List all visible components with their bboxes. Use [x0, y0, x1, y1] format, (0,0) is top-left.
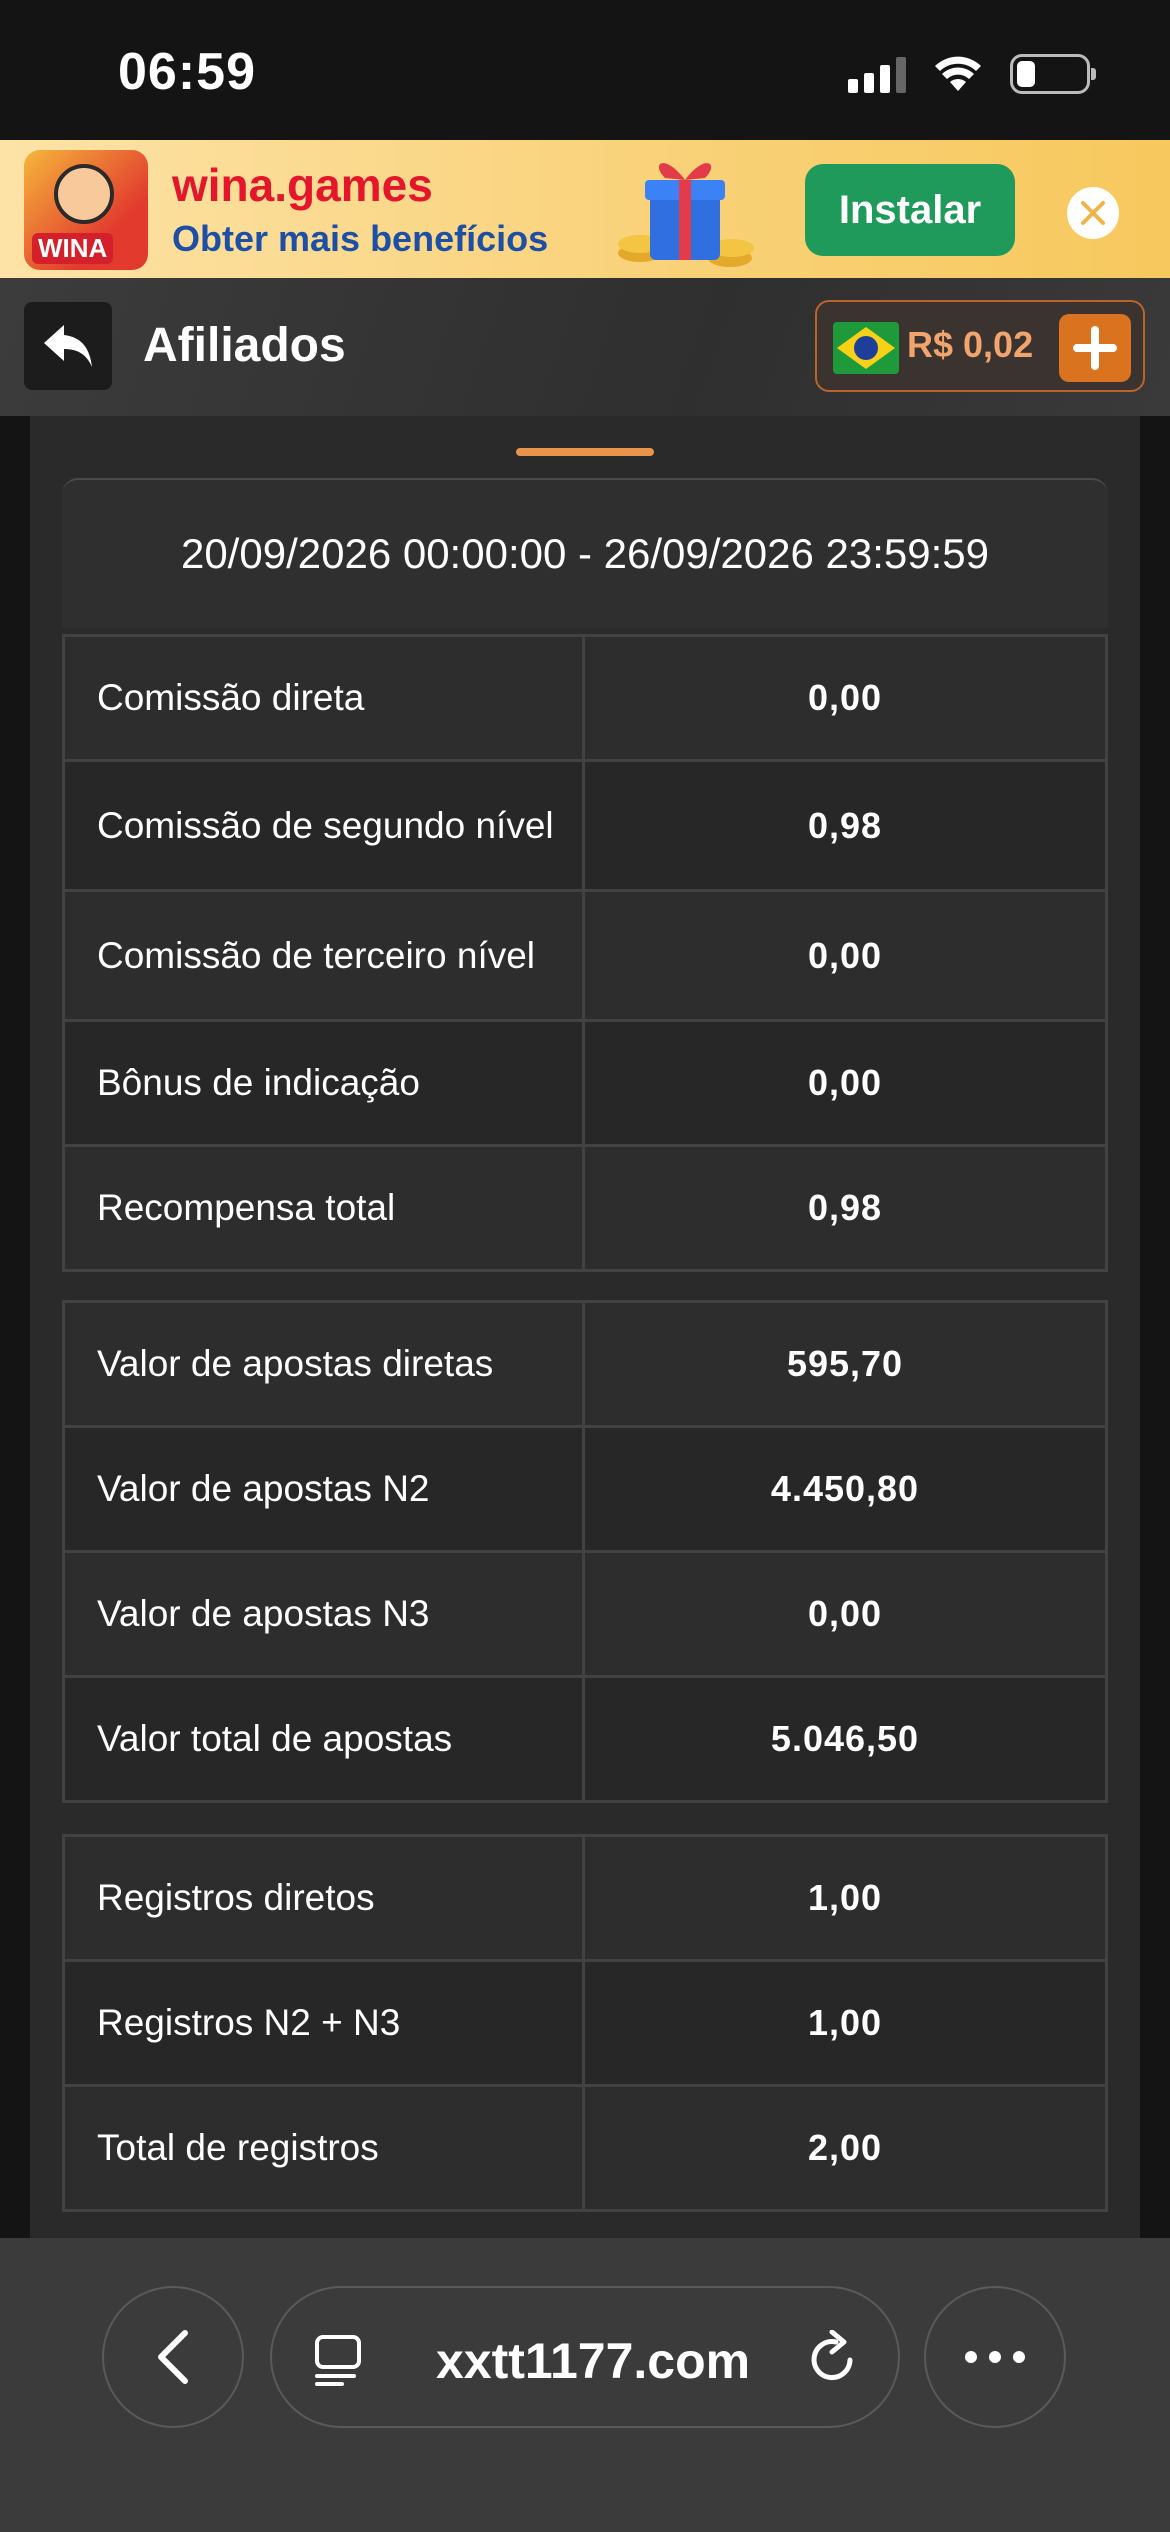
close-icon[interactable] [1066, 186, 1120, 240]
row-value: 0,00 [582, 634, 1108, 762]
row-label: Bônus de indicação [62, 1019, 585, 1147]
table-row: Recompensa total 0,98 [62, 1144, 1108, 1272]
row-label: Total de registros [62, 2084, 585, 2212]
dot [989, 2351, 1001, 2363]
date-range: 20/09/2026 00:00:00 - 26/09/2026 23:59:5… [62, 478, 1108, 628]
table-row: Valor total de apostas 5.046,50 [62, 1675, 1108, 1803]
more-options-button[interactable] [924, 2286, 1066, 2428]
browser-back-button[interactable] [102, 2286, 244, 2428]
row-value: 1,00 [582, 1959, 1108, 2087]
wifi-icon [935, 56, 981, 91]
table-row: Comissão direta 0,00 [62, 634, 1108, 762]
install-banner: WINA wina.games Obter mais benefícios In… [0, 140, 1170, 278]
row-label: Valor total de apostas [62, 1675, 585, 1803]
affiliate-stats: 20/09/2026 00:00:00 - 26/09/2026 23:59:5… [30, 416, 1140, 2238]
chevron-left-icon [158, 2330, 188, 2384]
row-label: Valor de apostas N2 [62, 1425, 585, 1553]
install-button[interactable]: Instalar [805, 164, 1015, 256]
banner-subtitle: Obter mais benefícios [172, 218, 549, 259]
bets-table: Valor de apostas diretas 595,70 Valor de … [62, 1300, 1108, 1803]
row-value: 0,00 [582, 1550, 1108, 1678]
table-row: Comissão de terceiro nível 0,00 [62, 889, 1108, 1022]
balance-widget[interactable]: R$ 0,02 [815, 300, 1145, 392]
reload-icon[interactable] [806, 2330, 860, 2386]
table-row: Valor de apostas diretas 595,70 [62, 1300, 1108, 1428]
row-label: Registros N2 + N3 [62, 1959, 585, 2087]
row-label: Valor de apostas N3 [62, 1550, 585, 1678]
table-row: Total de registros 2,00 [62, 2084, 1108, 2212]
battery-icon [1010, 54, 1096, 94]
table-row: Valor de apostas N3 0,00 [62, 1550, 1108, 1678]
registrations-table: Registros diretos 1,00 Registros N2 + N3 1… [62, 1834, 1108, 2212]
dot [1013, 2351, 1025, 2363]
gift-box-icon [618, 163, 754, 267]
row-value: 1,00 [582, 1834, 1108, 1962]
balance-amount: R$ 0,02 [907, 324, 1034, 365]
back-button[interactable] [24, 302, 112, 390]
table-row: Registros diretos 1,00 [62, 1834, 1108, 1962]
row-label: Recompensa total [62, 1144, 585, 1272]
row-value: 0,00 [582, 1019, 1108, 1147]
tab-indicator [516, 448, 654, 456]
table-row: Valor de apostas N2 4.450,80 [62, 1425, 1108, 1553]
banner-title: wina.games [172, 159, 433, 211]
page-menu-icon [315, 2335, 361, 2386]
app-logo: WINA [24, 150, 148, 270]
status-icons [848, 54, 1096, 94]
row-value: 595,70 [582, 1300, 1108, 1428]
page-title: Afiliados [143, 319, 346, 372]
cellular-signal-icon [848, 55, 906, 93]
table-row: Bônus de indicação 0,00 [62, 1019, 1108, 1147]
brazil-flag-icon [833, 322, 899, 374]
back-arrow-icon [44, 325, 92, 367]
address-bar[interactable]: xxtt1177.com [270, 2286, 900, 2428]
row-label: Comissão de terceiro nível [62, 889, 585, 1022]
deposit-button[interactable] [1059, 314, 1131, 382]
url-text: xxtt1177.com [436, 2333, 751, 2389]
dot [965, 2351, 977, 2363]
row-label: Comissão de segundo nível [62, 759, 585, 892]
row-label: Comissão direta [62, 634, 585, 762]
row-value: 0,00 [582, 889, 1108, 1022]
table-row: Comissão de segundo nível 0,98 [62, 759, 1108, 892]
row-value: 2,00 [582, 2084, 1108, 2212]
status-bar: 06:59 [0, 0, 1170, 140]
status-time: 06:59 [118, 43, 256, 101]
row-value: 0,98 [582, 759, 1108, 892]
plus-icon [1073, 326, 1117, 370]
row-label: Valor de apostas diretas [62, 1300, 585, 1428]
row-value: 5.046,50 [582, 1675, 1108, 1803]
table-row: Registros N2 + N3 1,00 [62, 1959, 1108, 2087]
row-label: Registros diretos [62, 1834, 585, 1962]
row-value: 4.450,80 [582, 1425, 1108, 1553]
page-header: Afiliados R$ 0,02 [0, 278, 1170, 416]
row-value: 0,98 [582, 1144, 1108, 1272]
commission-table: Comissão direta 0,00 Comissão de segundo … [62, 634, 1108, 1272]
browser-toolbar: xxtt1177.com [0, 2238, 1170, 2532]
